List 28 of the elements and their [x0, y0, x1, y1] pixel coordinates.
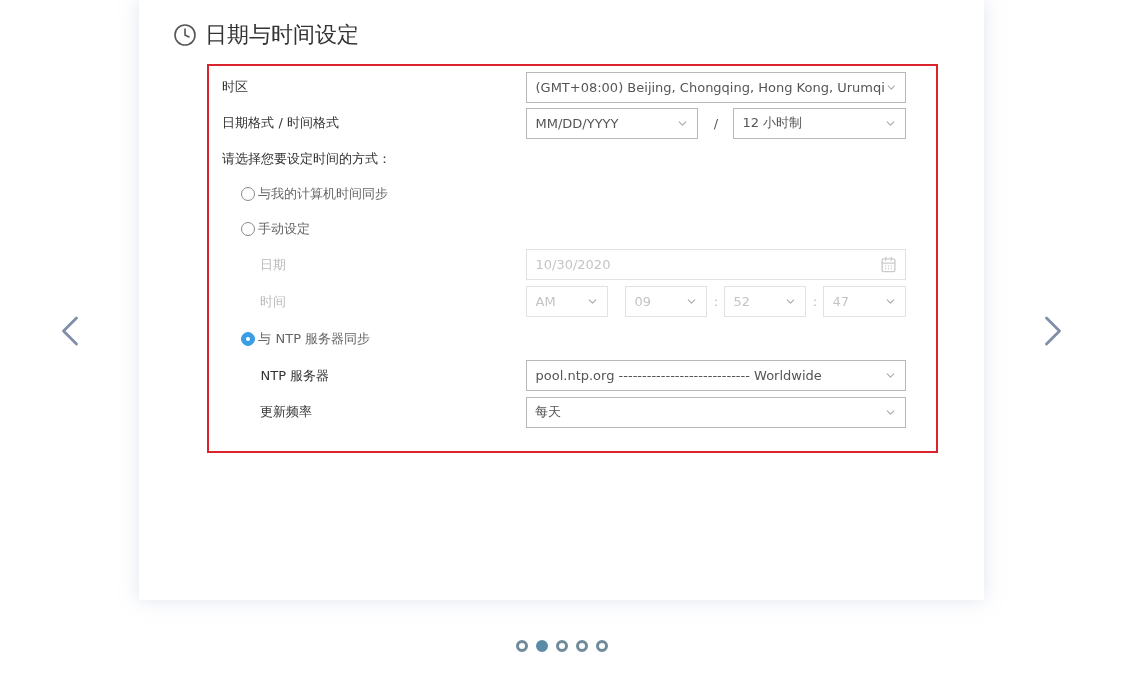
pager-dot[interactable]	[535, 640, 548, 652]
separator-text: :	[811, 294, 819, 309]
prompt-text: 请选择您要设定时间的方式：	[222, 150, 393, 168]
page-title: 日期与时间设定	[205, 21, 360, 49]
clock-icon	[173, 23, 198, 47]
pager-dot[interactable]	[555, 640, 568, 652]
separator-text: /	[712, 115, 720, 131]
frequency-select[interactable]: 每天	[526, 396, 907, 428]
pager-dot[interactable]	[595, 640, 608, 652]
radio-button[interactable]	[241, 332, 256, 346]
field-label: 日期格式 / 时间格式	[222, 114, 341, 132]
field-label: 时间	[260, 292, 288, 311]
time-format-select[interactable]: 12 小时制	[733, 107, 907, 139]
calendar-icon[interactable]	[880, 256, 898, 273]
field-label: NTP 服务器	[260, 366, 331, 385]
radio-button[interactable]	[241, 186, 256, 201]
date-format-select[interactable]: MM/DD/YYYY	[526, 107, 699, 139]
separator-text: :	[712, 294, 720, 309]
ntp-server-select[interactable]: pool.ntp.org ---------------------------- Worldwide	[526, 360, 907, 391]
field-label: 日期	[260, 255, 288, 274]
pager-dot[interactable]	[515, 640, 528, 652]
field-label: 更新频率	[260, 403, 314, 421]
radio-button[interactable]	[241, 221, 256, 236]
pager-dot[interactable]	[575, 640, 588, 652]
radio-option[interactable]: 手动设定	[241, 219, 311, 238]
timezone-select[interactable]: (GMT+08:00) Beijing, Chongqing, Hong Kong, Urumqi	[526, 71, 907, 103]
field-label: 时区	[222, 78, 250, 96]
radio-label: 手动设定	[258, 219, 311, 238]
